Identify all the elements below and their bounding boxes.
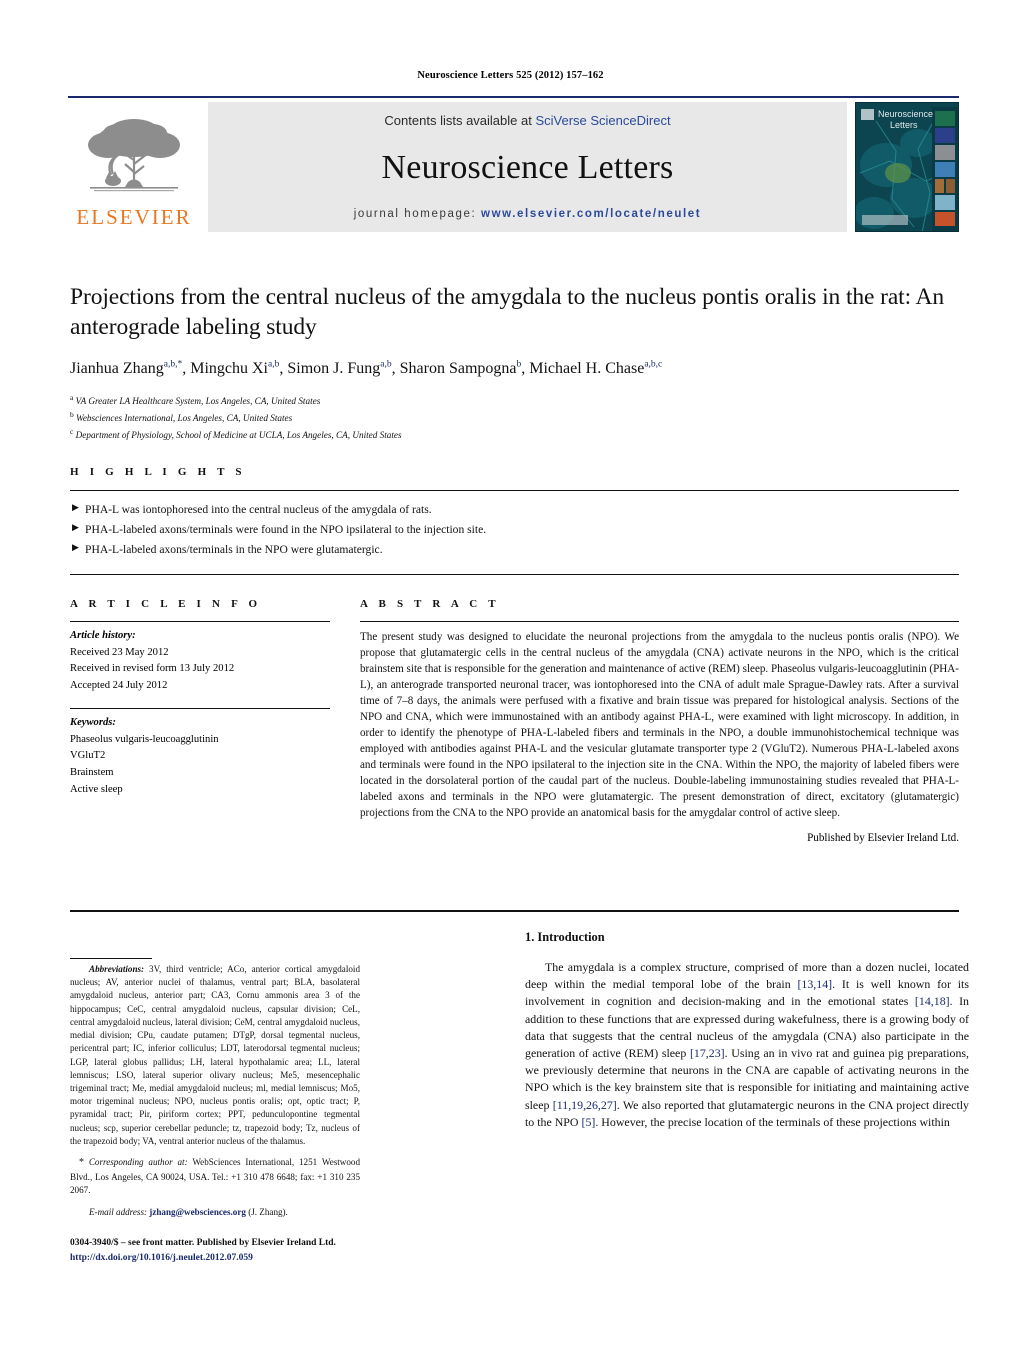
journal-masthead: ELSEVIER Contents lists available at Sci… xyxy=(68,96,959,232)
keyword-item: Brainstem xyxy=(70,767,114,779)
journal-title: Neuroscience Letters xyxy=(381,149,674,186)
highlights-bottom-rule xyxy=(70,573,959,575)
affiliation-mark-a: a xyxy=(70,392,74,402)
sciencedirect-link[interactable]: SciVerse ScienceDirect xyxy=(535,113,670,128)
elsevier-wordmark: ELSEVIER xyxy=(76,205,192,229)
bullet-triangle-icon: ▶ xyxy=(72,502,79,512)
elsevier-logo: ELSEVIER xyxy=(68,102,200,232)
highlight-text: PHA-L-labeled axons/terminals were found… xyxy=(85,522,487,536)
asterisk-icon: * xyxy=(79,1157,84,1169)
history-revised: Received in revised form 13 July 2012 xyxy=(70,663,235,675)
email-link[interactable]: jzhang@websciences.org xyxy=(149,1207,246,1217)
elsevier-tree-icon xyxy=(88,119,180,192)
corresponding-author-note: * Corresponding author at: WebSciences I… xyxy=(70,1156,360,1197)
journal-homepage-line: journal homepage: www.elsevier.com/locat… xyxy=(354,208,701,220)
homepage-label: journal homepage: xyxy=(353,208,477,220)
svg-text:Neuroscience: Neuroscience xyxy=(878,109,933,119)
abbreviations-text: 3V, third ventricle; ACo, anterior corti… xyxy=(70,964,360,1146)
citation-ref[interactable]: [17,23] xyxy=(690,1046,725,1060)
affiliation-mark-c: c xyxy=(70,426,74,436)
list-item: ▶ PHA-L was iontophoresed into the centra… xyxy=(72,500,959,520)
body-columns: Abbreviations: 3V, third ventricle; ACo,… xyxy=(70,930,969,1270)
abbreviations-label: Abbreviations: xyxy=(89,964,145,974)
email-owner: (J. Zhang). xyxy=(248,1207,288,1218)
contents-prefix: Contents lists available at xyxy=(384,113,536,128)
highlights-heading: H I G H L I G H T S xyxy=(70,466,246,478)
affiliation-a: a VA Greater LA Healthcare System, Los A… xyxy=(70,392,959,409)
section-heading-introduction: 1. Introduction xyxy=(525,930,605,944)
journal-cover-thumbnail: Neuroscience Letters xyxy=(855,102,959,232)
article-info-heading: A R T I C L E I N F O xyxy=(70,598,262,610)
footnotes-column: Abbreviations: 3V, third ventricle; ACo,… xyxy=(70,930,360,1265)
keywords-rule xyxy=(70,707,330,709)
affiliation-text-c: Department of Physiology, School of Medi… xyxy=(75,429,402,440)
cover-artwork: Neuroscience Letters xyxy=(856,103,958,231)
list-item: ▶ PHA-L-labeled axons/terminals were foun… xyxy=(72,520,959,540)
info-abstract-section: A R T I C L E I N F O Article history: R… xyxy=(70,598,959,912)
highlights-list: ▶ PHA-L was iontophoresed into the centra… xyxy=(70,491,959,560)
contents-available-line: Contents lists available at SciVerse Sci… xyxy=(384,113,670,128)
article-info-rule xyxy=(70,621,330,622)
journal-article-page: Neuroscience Letters 525 (2012) 157–162 xyxy=(0,0,1021,1351)
keyword-item: VGluT2 xyxy=(70,750,106,762)
affiliation-mark-b: b xyxy=(70,409,74,419)
abbreviations-note: Abbreviations: 3V, third ventricle; ACo,… xyxy=(70,963,360,1148)
page-title: Projections from the central nucleus of … xyxy=(70,284,945,341)
introduction-paragraph: The amygdala is a complex structure, com… xyxy=(525,959,969,1131)
abstract-text: The present study was designed to elucid… xyxy=(360,631,959,820)
svg-text:Letters: Letters xyxy=(890,120,918,130)
list-item: ▶ PHA-L-labeled axons/terminals in the NP… xyxy=(72,540,959,560)
masthead-center-panel: Contents lists available at SciVerse Sci… xyxy=(208,102,847,232)
running-head: Neuroscience Letters 525 (2012) 157–162 xyxy=(417,70,604,81)
masthead-top-rule xyxy=(68,96,959,98)
affiliations: a VA Greater LA Healthcare System, Los A… xyxy=(70,392,959,443)
affiliation-text-b: Websciences International, Los Angeles, … xyxy=(76,412,293,423)
homepage-url-link[interactable]: www.elsevier.com/locate/neulet xyxy=(481,208,701,220)
affiliation-c: c Department of Physiology, School of Me… xyxy=(70,426,959,443)
keyword-item: Phaseolus vulgaris-leucoagglutinin xyxy=(70,733,219,745)
keywords-block: Keywords: Phaseolus vulgaris-leucoagglut… xyxy=(70,715,330,799)
email-label: E-mail address: xyxy=(89,1207,148,1218)
highlight-text: PHA-L was iontophoresed into the central… xyxy=(85,503,432,516)
introduction-column: 1. Introduction The amygdala is a comple… xyxy=(525,930,969,1131)
bullet-triangle-icon: ▶ xyxy=(72,541,79,552)
affiliation-b: b Websciences International, Los Angeles… xyxy=(70,409,959,426)
citation-ref[interactable]: [13,14] xyxy=(797,977,832,991)
doi-link[interactable]: http://dx.doi.org/10.1016/j.neulet.2012.… xyxy=(70,1251,360,1265)
abstract-bottom-rule xyxy=(70,910,959,912)
title-block: Projections from the central nucleus of … xyxy=(70,282,959,443)
email-note: E-mail address: jzhang@websciences.org (… xyxy=(70,1206,360,1219)
keyword-item: Active sleep xyxy=(70,783,123,795)
affiliation-text-a: VA Greater LA Healthcare System, Los Ang… xyxy=(75,395,321,406)
citation-ref[interactable]: [5] xyxy=(581,1115,595,1129)
article-info-column: A R T I C L E I N F O Article history: R… xyxy=(70,598,330,844)
abstract-rule xyxy=(360,621,959,622)
citation-ref[interactable]: [11,19,26,27] xyxy=(553,1098,617,1112)
intro-part-6: . However, the precise location of the t… xyxy=(595,1114,950,1129)
abstract-column: A B S T R A C T The present study was de… xyxy=(360,598,959,844)
front-matter-line: 0304-3940/$ – see front matter. Publishe… xyxy=(70,1238,336,1249)
keywords-label: Keywords: xyxy=(70,716,116,728)
citation-ref[interactable]: [14,18] xyxy=(915,994,950,1008)
corresponding-author-label: Corresponding author at: xyxy=(88,1157,188,1168)
article-history-block: Article history: Received 23 May 2012 Re… xyxy=(70,628,330,695)
history-accepted: Accepted 24 July 2012 xyxy=(70,680,168,692)
history-received: Received 23 May 2012 xyxy=(70,646,169,658)
bullet-triangle-icon: ▶ xyxy=(72,521,79,532)
highlight-text: PHA-L-labeled axons/terminals in the NPO… xyxy=(85,542,383,556)
abstract-publisher-line: Published by Elsevier Ireland Ltd. xyxy=(807,832,959,845)
author-list: Jianhua Zhanga,b,*, Mingchu Xia,b, Simon… xyxy=(70,359,663,378)
footnote-separator-rule xyxy=(70,958,152,959)
highlights-section: H I G H L I G H T S ▶ PHA-L was iontophor… xyxy=(70,466,959,575)
article-history-label: Article history: xyxy=(70,630,136,641)
abstract-heading: A B S T R A C T xyxy=(360,598,500,610)
